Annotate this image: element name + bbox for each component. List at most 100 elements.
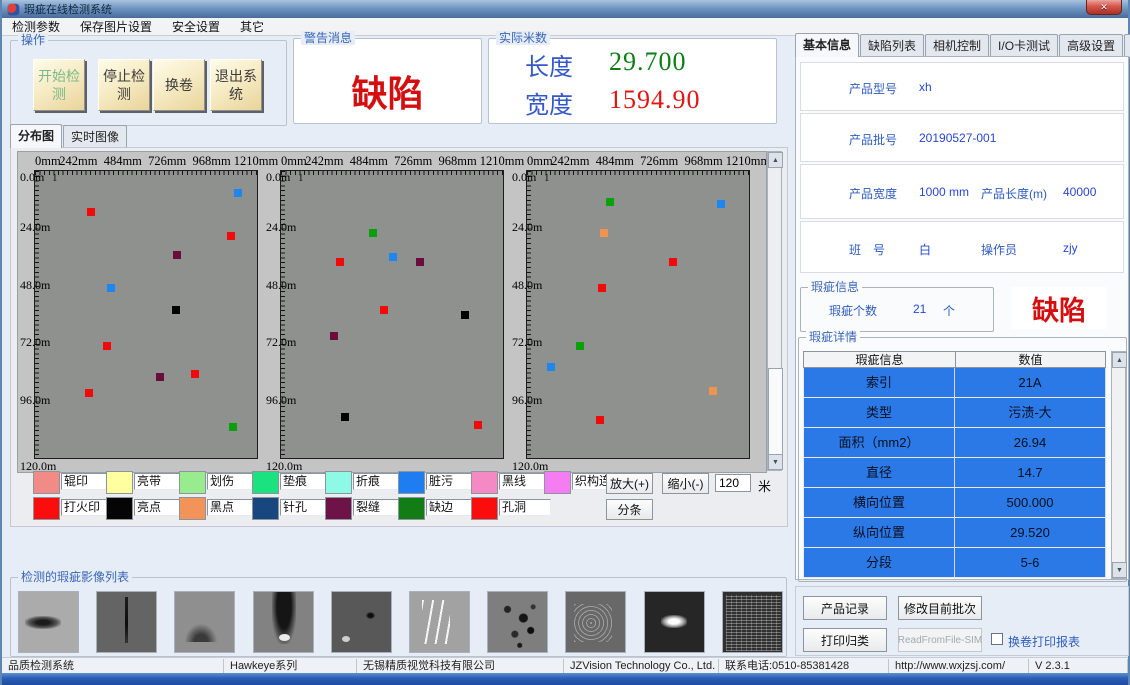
x-axis-tick-label: 1210mm: [480, 154, 524, 169]
defect-attr-value: 5-6: [955, 548, 1106, 578]
product-model-label: 产品型号: [849, 80, 897, 97]
scroll-up-button[interactable]: ▲: [768, 152, 783, 168]
menu-item-安全设置[interactable]: 安全设置: [162, 17, 230, 36]
width-value: 1594.90: [609, 85, 701, 120]
x-axis-tick-label: 484mm: [596, 154, 634, 169]
meters-input[interactable]: [715, 474, 751, 492]
y-axis-tick-label: 96.0m: [266, 393, 310, 408]
print-category-label: 打印归类: [821, 632, 869, 649]
defect-thumbnail-5[interactable]: [331, 591, 392, 653]
arrow-down-icon: ▼: [772, 459, 779, 466]
x-axis-tick-label: 1210mm: [234, 154, 278, 169]
tab-camera-control[interactable]: 相机控制: [925, 34, 989, 57]
table-row[interactable]: 直径14.7: [803, 458, 1121, 488]
table-row[interactable]: 分段5-6: [803, 548, 1121, 578]
tab-distribution-map[interactable]: 分布图: [10, 124, 62, 148]
zoom-in-button[interactable]: 放大(+): [606, 473, 653, 494]
meters-unit-label: 米: [758, 476, 771, 495]
x-axis-tick-label: 0mm: [281, 154, 307, 169]
product-batch-value: 20190527-001: [919, 131, 996, 145]
table-scrollbar[interactable]: ▲ ▼: [1111, 351, 1126, 579]
modify-batch-button[interactable]: 修改目前批次: [898, 596, 982, 620]
legend-color-swatch: [398, 471, 425, 494]
defect-thumbnail-8[interactable]: [565, 591, 626, 653]
defect-attr-name: 类型: [803, 398, 955, 428]
y-axis-tick-label: 72.0m: [20, 335, 64, 350]
stop-detection-button[interactable]: 停止检测: [98, 59, 150, 111]
table-row[interactable]: 面积（mm2）26.94: [803, 428, 1121, 458]
exit-system-button[interactable]: 退出系统: [210, 59, 262, 111]
defect-thumbnail-4[interactable]: [253, 591, 314, 653]
warning-groupbox: 警告消息 缺陷: [293, 38, 482, 124]
legend-color-swatch: [252, 471, 279, 494]
table-row[interactable]: 横向位置500.000: [803, 488, 1121, 518]
x-axis-tick-label: 0mm: [35, 154, 61, 169]
defect-thumbnail-9[interactable]: [644, 591, 705, 653]
scroll-down-button[interactable]: ▼: [768, 454, 783, 470]
width-row: 宽度 1594.90: [489, 85, 776, 120]
tab-basic-info[interactable]: 基本信息: [795, 33, 859, 57]
product-model-value: xh: [919, 80, 932, 94]
table-row[interactable]: 纵向位置29.520: [803, 518, 1121, 548]
defect-attr-value: 29.520: [955, 518, 1106, 548]
defect-point-black: [172, 306, 180, 314]
close-button[interactable]: ✕: [1086, 0, 1122, 15]
table-scroll-down-button[interactable]: ▼: [1112, 562, 1127, 578]
defect-attr-name: 索引: [803, 368, 955, 398]
windows-taskbar[interactable]: [2, 673, 1128, 685]
table-scroll-up-button[interactable]: ▲: [1112, 352, 1127, 368]
print-category-button[interactable]: 打印归类: [803, 628, 887, 652]
product-batch-label: 产品批号: [849, 131, 897, 148]
table-row[interactable]: 类型污渍-大: [803, 398, 1121, 428]
y-axis-tick-label: 72.0m: [512, 335, 556, 350]
defect-point-red: [103, 342, 111, 350]
tab-io-card-test[interactable]: I/O卡测试: [990, 34, 1058, 57]
x-axis-tick-label: 242mm: [305, 154, 343, 169]
defect-attr-value: 14.7: [955, 458, 1106, 488]
roll-print-checkbox[interactable]: [991, 633, 1003, 645]
window-title: 瑕疵在线检测系统: [24, 1, 112, 17]
defect-attr-name: 分段: [803, 548, 955, 578]
tab-defect-list[interactable]: 缺陷列表: [860, 34, 924, 57]
change-roll-button[interactable]: 换卷: [153, 59, 205, 111]
tab-runtime-status[interactable]: 运行状态信息: [1124, 34, 1130, 57]
defect-point-blue: [234, 189, 242, 197]
y-axis-tick-label: 0.0m: [20, 170, 64, 185]
tab-advanced-settings[interactable]: 高级设置: [1059, 34, 1123, 57]
status-segment: Hawkeye系列: [224, 659, 357, 673]
defect-point-green: [369, 229, 377, 237]
legend-color-swatch: [106, 497, 133, 520]
defect-thumbnail-3[interactable]: [174, 591, 235, 653]
scrollbar-thumb[interactable]: [768, 368, 783, 456]
start-detection-button[interactable]: 开始检测: [33, 59, 85, 111]
defect-thumbnail-1[interactable]: [18, 591, 79, 653]
legend-color-swatch: [33, 471, 60, 494]
product-record-button[interactable]: 产品记录: [803, 596, 887, 620]
tab-realtime-image[interactable]: 实时图像: [63, 125, 127, 148]
split-button[interactable]: 分条: [606, 499, 653, 520]
legend-label-box[interactable]: 孔洞: [499, 499, 551, 516]
defect-point-purple: [330, 332, 338, 340]
x-axis-tick-label: 968mm: [192, 154, 230, 169]
view-tabbar: 分布图实时图像: [10, 128, 128, 148]
app-window: 瑕疵在线检测系统 ✕ 检测参数保存图片设置安全设置其它 操作 开始检测停止检测换…: [0, 0, 1130, 685]
x-axis-tick-label: 726mm: [148, 154, 186, 169]
menu-item-保存图片设置[interactable]: 保存图片设置: [70, 17, 162, 36]
defect-thumbnail-10[interactable]: [722, 591, 783, 653]
zoom-out-button[interactable]: 缩小(-): [662, 473, 709, 494]
roll-print-checkbox-label: 换卷打印报表: [1008, 633, 1080, 650]
legend-color-swatch: [398, 497, 425, 520]
x-axis-tick-label: 968mm: [684, 154, 722, 169]
defect-table-header-cell: 瑕疵信息: [803, 351, 955, 368]
table-row[interactable]: 索引21A: [803, 368, 1121, 398]
defect-distribution-charts: 0mm242mm484mm726mm968mm1210mm10.0m24.0m4…: [17, 151, 767, 473]
arrow-down-icon: ▼: [1116, 567, 1123, 574]
defect-thumbnail-2[interactable]: [96, 591, 157, 653]
product-model-row: 产品型号 xh: [800, 62, 1124, 111]
menu-item-其它[interactable]: 其它: [230, 17, 274, 36]
defect-point-red: [227, 232, 235, 240]
defect-thumbnail-6[interactable]: [409, 591, 470, 653]
defect-thumbnail-7[interactable]: [487, 591, 548, 653]
chart-vertical-scrollbar[interactable]: ▲ ▼: [767, 151, 782, 471]
defect-point-red: [336, 258, 344, 266]
